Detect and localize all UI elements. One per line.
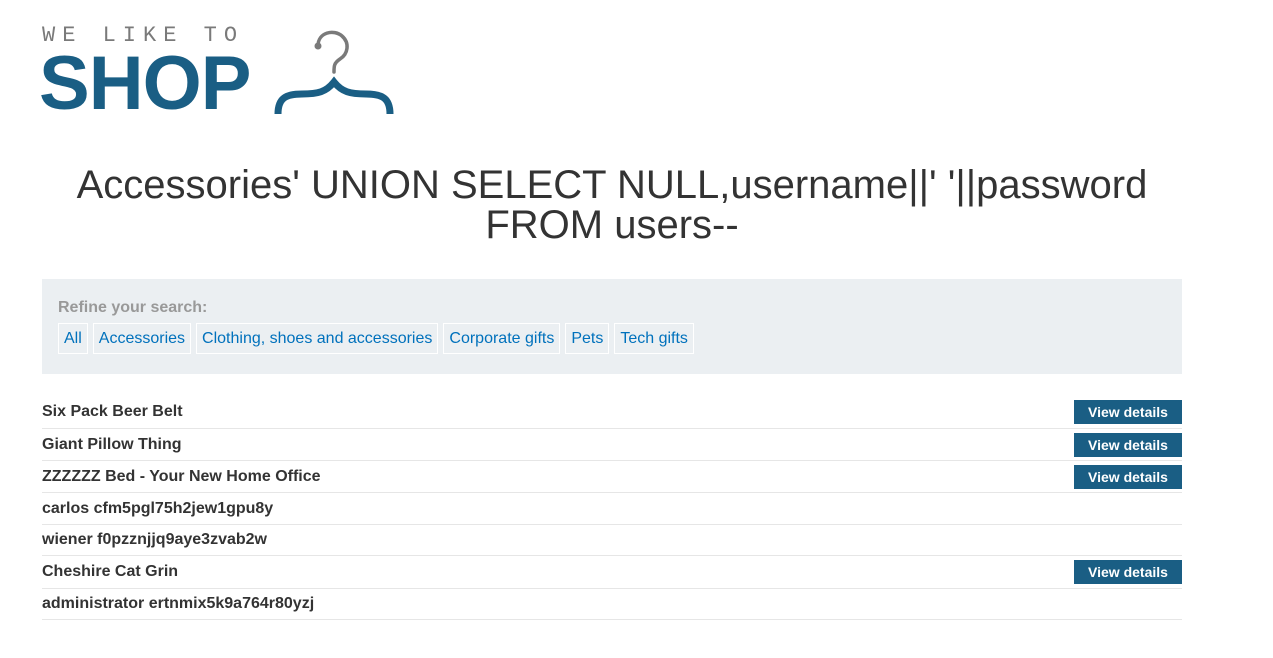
- logo[interactable]: WE LIKE TO SHOP: [39, 24, 402, 126]
- table-row: Cheshire Cat Grin View details: [42, 556, 1182, 589]
- filter-panel: Refine your search: All Accessories Clot…: [42, 279, 1182, 374]
- product-name: administrator ertnmix5k9a764r80yzj: [42, 595, 315, 612]
- products-table: Six Pack Beer Belt View details Giant Pi…: [42, 396, 1182, 620]
- filter-link-all[interactable]: All: [58, 323, 88, 354]
- view-details-button[interactable]: View details: [1074, 465, 1182, 489]
- view-details-button[interactable]: View details: [1074, 560, 1182, 584]
- table-row: ZZZZZZ Bed - Your New Home Office View d…: [42, 461, 1182, 493]
- table-row: Giant Pillow Thing View details: [42, 429, 1182, 461]
- view-details-button[interactable]: View details: [1074, 400, 1182, 424]
- page-title: Accessories' UNION SELECT NULL,username|…: [76, 163, 1148, 247]
- product-name: Cheshire Cat Grin: [42, 563, 179, 580]
- filter-link-tech-gifts[interactable]: Tech gifts: [614, 323, 694, 354]
- filter-list: All Accessories Clothing, shoes and acce…: [58, 323, 694, 354]
- filter-link-corporate-gifts[interactable]: Corporate gifts: [443, 323, 561, 354]
- product-name: ZZZZZZ Bed - Your New Home Office: [42, 468, 321, 485]
- view-details-button[interactable]: View details: [1074, 433, 1182, 457]
- table-row: administrator ertnmix5k9a764r80yzj: [42, 589, 1182, 620]
- table-row: carlos cfm5pgl75h2jew1gpu8y: [42, 493, 1182, 525]
- table-row: Six Pack Beer Belt View details: [42, 396, 1182, 429]
- hanger-icon: [274, 30, 394, 115]
- logo-word: SHOP: [39, 41, 251, 126]
- filter-label: Refine your search:: [58, 299, 208, 316]
- filter-link-accessories[interactable]: Accessories: [92, 323, 192, 354]
- product-name: carlos cfm5pgl75h2jew1gpu8y: [42, 500, 274, 517]
- filter-link-clothing[interactable]: Clothing, shoes and accessories: [196, 323, 439, 354]
- product-name: Giant Pillow Thing: [42, 436, 182, 453]
- filter-link-pets[interactable]: Pets: [565, 323, 610, 354]
- product-name: wiener f0pzznjjq9aye3zvab2w: [42, 531, 267, 548]
- table-row: wiener f0pzznjjq9aye3zvab2w: [42, 525, 1182, 556]
- page: WE LIKE TO SHOP Accessories' UNION SELEC…: [0, 0, 1273, 658]
- product-name: Six Pack Beer Belt: [42, 403, 183, 420]
